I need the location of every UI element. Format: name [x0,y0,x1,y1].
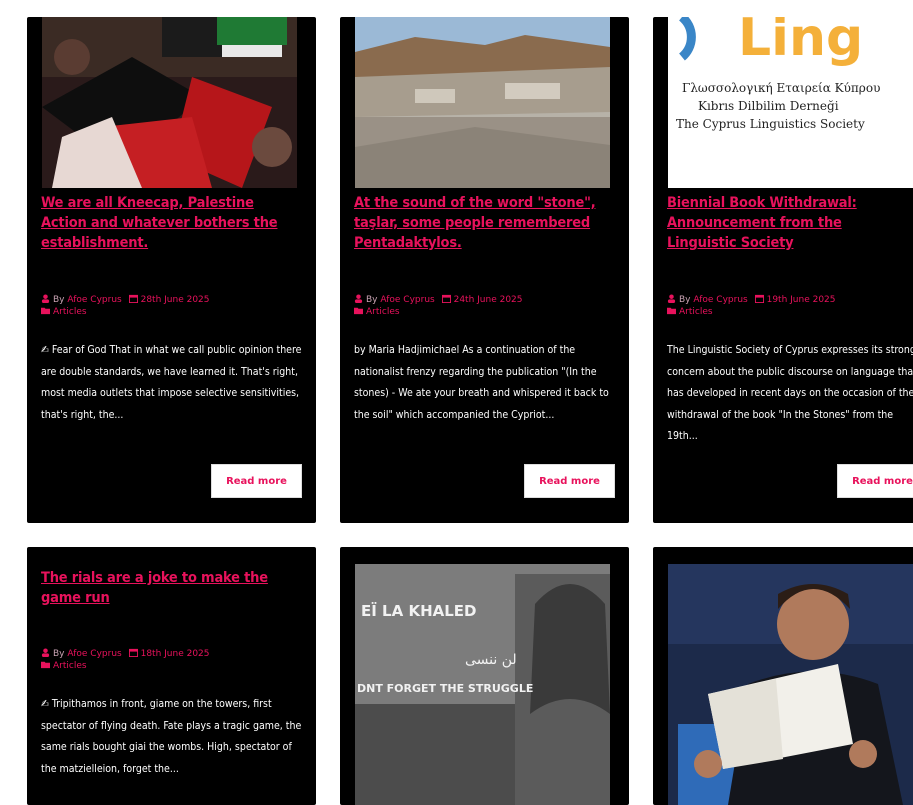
post-date[interactable]: 19th June 2025 [767,295,836,305]
society-logo: Ling Γλωσσολογική Εταιρεία Κύπρου Kıbrıs… [668,17,913,188]
article-card: Ling Γλωσσολογική Εταιρεία Κύπρου Kıbrıs… [653,17,913,523]
article-image[interactable]: EÏ LA KHALED لن ننسى DNT FORGET THE STRU… [355,564,610,805]
user-icon [667,294,676,303]
category-link[interactable]: Articles [53,307,87,317]
author-link[interactable]: Afoe Cyprus [67,649,121,659]
post-date[interactable]: 24th June 2025 [454,295,523,305]
article-title[interactable]: Biennial Book Withdrawal: Announcement f… [667,193,893,253]
article-excerpt: ✍ Fear of God That in what we call publi… [41,344,302,421]
calendar-icon [128,294,138,303]
article-card: The rials are a joke to make the game ru… [27,547,316,805]
article-card: We are all Kneecap, Palestine Action and… [27,17,316,523]
post-date[interactable]: 28th June 2025 [141,295,210,305]
read-more-button[interactable]: Read more [212,465,301,497]
article-card [653,547,913,805]
post-date[interactable]: 18th June 2025 [141,649,210,659]
category-link[interactable]: Articles [679,307,713,317]
article-title[interactable]: At the sound of the word "stone", taşlar… [354,193,615,253]
folder-icon [354,307,363,315]
folder-icon [41,661,50,669]
user-icon [41,294,50,303]
calendar-icon [441,294,451,303]
quarry-image [355,17,610,188]
article-excerpt: by Maria Hadjimichael As a continuation … [354,344,609,421]
protest-image [42,17,297,188]
svg-text:Ling: Ling [738,17,863,68]
calendar-icon [754,294,764,303]
read-more-button[interactable]: Read more [838,465,913,497]
article-card: EÏ LA KHALED لن ننسى DNT FORGET THE STRU… [340,547,629,805]
article-title[interactable]: The rials are a joke to make the game ru… [41,568,302,608]
article-title[interactable]: We are all Kneecap, Palestine Action and… [41,193,302,253]
article-image[interactable] [355,17,610,188]
article-meta: By Afoe Cyprus 18th June 2025 Articles [41,648,306,672]
article-excerpt: ✍ Tripithamos in front, giame on the tow… [41,698,302,775]
mural-image: EÏ LA KHALED لن ننسى DNT FORGET THE STRU… [355,564,610,805]
by-label: By [53,649,65,659]
svg-text:DNT FORGET THE STRUGGLE: DNT FORGET THE STRUGGLE [357,682,533,695]
article-meta: By Afoe Cyprus 28th June 2025 Articles [41,294,306,318]
article-meta: By Afoe Cyprus 24th June 2025 Articles [354,294,619,318]
article-image[interactable] [668,564,913,805]
author-link[interactable]: Afoe Cyprus [693,295,747,305]
category-link[interactable]: Articles [53,661,87,671]
svg-text:EÏ LA KHALED: EÏ LA KHALED [361,601,476,620]
folder-icon [41,307,50,315]
by-label: By [679,295,691,305]
article-image[interactable] [42,17,297,188]
author-link[interactable]: Afoe Cyprus [67,295,121,305]
folder-icon [667,307,676,315]
logo-mark: Ling [678,17,863,68]
svg-text:لن ننسى: لن ننسى [465,652,517,668]
user-icon [354,294,363,303]
author-link[interactable]: Afoe Cyprus [380,295,434,305]
user-icon [41,648,50,657]
article-excerpt: The Linguistic Society of Cyprus express… [667,344,913,442]
category-link[interactable]: Articles [366,307,400,317]
logo-line-english: The Cyprus Linguistics Society [676,117,865,131]
by-label: By [366,295,378,305]
article-meta: By Afoe Cyprus 19th June 2025 Articles [667,294,913,318]
logo-line-turkish: Kıbrıs Dilbilim Derneği [698,99,839,113]
tv-studio-image [668,564,913,805]
by-label: By [53,295,65,305]
read-more-button[interactable]: Read more [525,465,614,497]
article-image[interactable]: Ling Γλωσσολογική Εταιρεία Κύπρου Kıbrıs… [668,17,913,188]
calendar-icon [128,648,138,657]
article-card: At the sound of the word "stone", taşlar… [340,17,629,523]
logo-line-greek: Γλωσσολογική Εταιρεία Κύπρου [682,81,881,95]
